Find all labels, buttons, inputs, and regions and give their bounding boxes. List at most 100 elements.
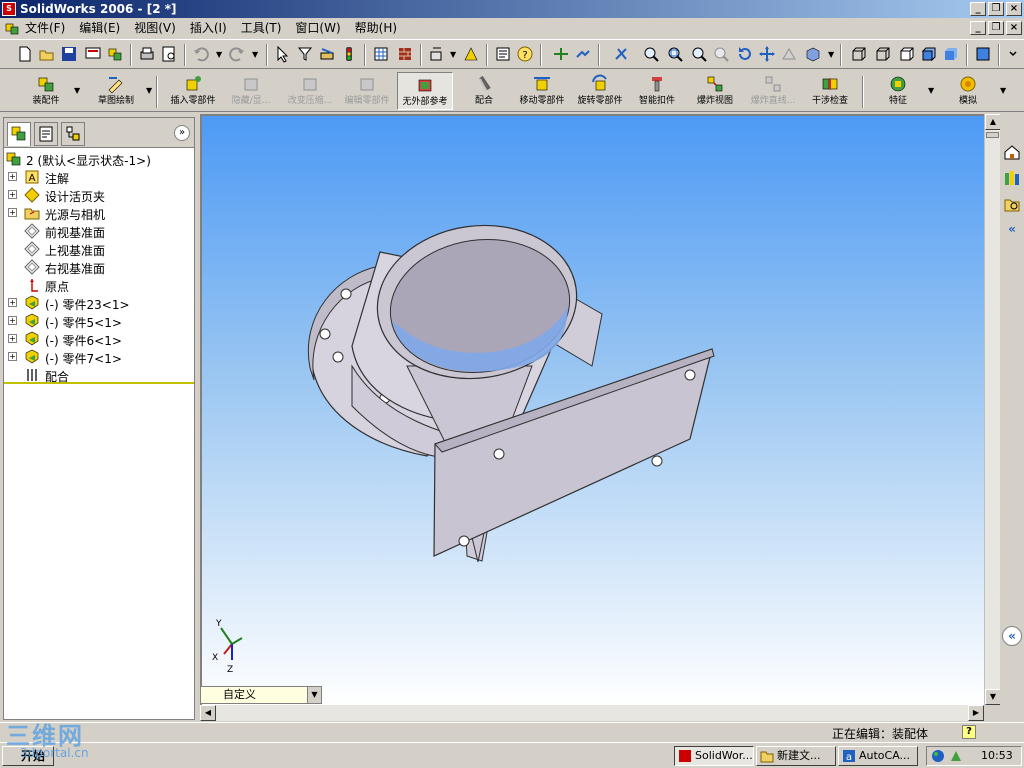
restore-button[interactable]: ❐ (988, 2, 1004, 16)
cmd-sketch[interactable]: 草图绘制 (86, 72, 146, 110)
scroll-left-button[interactable]: ◀ (200, 705, 216, 721)
sketch-dropdown-icon[interactable]: ▼ (146, 86, 152, 95)
input-method-icon[interactable] (949, 749, 963, 763)
task-autocad[interactable]: a AutoCA... (838, 746, 918, 766)
cmd-smart-fasteners[interactable]: 智能扣件 (634, 72, 680, 110)
cmd-insert-component[interactable]: 插入零部件 (164, 72, 222, 110)
menu-tools[interactable]: 工具(T) (241, 20, 282, 36)
doc-restore-button[interactable]: ❐ (988, 21, 1004, 35)
expand-taskpane-icon[interactable]: « (1002, 220, 1022, 240)
tree-item[interactable]: 前视基准面 (4, 222, 194, 240)
view-orientation-combo[interactable]: 自定义 ▼ (200, 686, 322, 704)
help-icon[interactable]: ? (962, 725, 976, 739)
cmd-simulation[interactable]: 模拟 (948, 72, 988, 110)
zoom-selection-icon[interactable] (712, 45, 730, 63)
tab-property-manager[interactable] (34, 122, 58, 146)
expand-icon[interactable]: + (8, 298, 17, 307)
views-dropdown-icon[interactable]: ▼ (828, 50, 834, 59)
doc-minimize-button[interactable]: _ (970, 21, 986, 35)
zoom-in-out-icon[interactable] (690, 45, 708, 63)
split-handle[interactable] (986, 132, 999, 138)
task-new-folder[interactable]: 新建文... (756, 746, 836, 766)
cmd-suppression[interactable]: 改变压缩... (282, 72, 338, 110)
selection-filter-icon[interactable] (296, 45, 314, 63)
file-explorer-icon[interactable] (1002, 194, 1022, 214)
menu-help[interactable]: 帮助(H) (355, 20, 397, 36)
cmd-assembly[interactable]: 装配件 (16, 72, 76, 110)
select-icon[interactable] (274, 45, 292, 63)
chevron-down-icon[interactable]: ▼ (307, 687, 321, 703)
pan-icon[interactable] (758, 45, 776, 63)
collapse-panel-button[interactable]: » (174, 125, 190, 141)
cmd-exploded-view[interactable]: 爆炸视图 (692, 72, 738, 110)
tree-item[interactable]: + (-) 零件6<1> (4, 330, 194, 348)
new-icon[interactable] (16, 45, 34, 63)
options-dropdown-icon[interactable]: ▼ (450, 50, 456, 59)
scroll-right-button[interactable]: ▶ (968, 705, 984, 721)
cmd-no-external-refs[interactable]: 无外部参考 (397, 72, 453, 110)
link-icon[interactable] (574, 45, 592, 63)
traffic-light-icon[interactable] (340, 45, 358, 63)
menu-edit[interactable]: 编辑(E) (79, 20, 120, 36)
graphics-area[interactable]: Y X Z (200, 114, 984, 705)
expand-icon[interactable]: + (8, 208, 17, 217)
tree-item[interactable]: + 光源与相机 (4, 204, 194, 222)
tree-item[interactable]: 原点 (4, 276, 194, 294)
redo-icon[interactable] (228, 45, 246, 63)
rotate-icon[interactable] (736, 45, 754, 63)
cmd-hide-show[interactable]: 隐藏/显... (226, 72, 276, 110)
task-solidworks[interactable]: SolidWor... (674, 746, 754, 766)
undo-dropdown-icon[interactable]: ▼ (216, 50, 222, 59)
expand-icon[interactable]: + (8, 334, 17, 343)
zoom-window-icon[interactable] (666, 45, 684, 63)
network-icon[interactable] (931, 749, 945, 763)
home-icon[interactable] (1002, 142, 1022, 162)
assembly-dropdown-icon[interactable]: ▼ (74, 86, 80, 95)
doc-close-button[interactable]: × (1006, 21, 1022, 35)
expand-icon[interactable]: + (8, 352, 17, 361)
section-view-icon[interactable] (974, 45, 992, 63)
make-assembly-icon[interactable] (106, 45, 124, 63)
close-button[interactable]: × (1006, 2, 1022, 16)
scroll-down-button[interactable]: ▼ (985, 689, 1001, 705)
shaded-edges-icon[interactable] (920, 45, 938, 63)
tree-item[interactable]: + (-) 零件23<1> (4, 294, 194, 312)
solidworks-icon[interactable]: S (2, 2, 16, 16)
cmd-move-component[interactable]: 移动零部件 (514, 72, 570, 110)
tree-item[interactable]: 上视基准面 (4, 240, 194, 258)
wireframe-icon[interactable] (850, 45, 868, 63)
cmd-edit-component[interactable]: 编辑零部件 (340, 72, 394, 110)
menu-window[interactable]: 窗口(W) (295, 20, 340, 36)
expand-icon[interactable]: + (8, 190, 17, 199)
roll-view-icon[interactable] (780, 45, 798, 63)
tree-item[interactable]: + (-) 零件7<1> (4, 348, 194, 366)
grid-icon[interactable] (372, 45, 390, 63)
print-preview-icon[interactable] (84, 45, 102, 63)
horizontal-scrollbar[interactable]: ◀ ▶ (200, 705, 984, 721)
help-icon[interactable]: ? (516, 45, 534, 63)
tree-root[interactable]: 2 (默认<显示状态-1>) (4, 150, 194, 168)
mates-toolbar-icon[interactable] (462, 45, 480, 63)
properties-icon[interactable] (494, 45, 512, 63)
cmd-explode-line[interactable]: 爆炸直线... (746, 72, 800, 110)
cmd-features[interactable]: 特征 (878, 72, 918, 110)
cmd-rotate-component[interactable]: 旋转零部件 (572, 72, 628, 110)
tree-item[interactable]: + 设计活页夹 (4, 186, 194, 204)
open-icon[interactable] (38, 45, 56, 63)
cmd-interference-check[interactable]: 干涉检查 (808, 72, 852, 110)
save-icon[interactable] (60, 45, 78, 63)
collapse-taskpane-icon[interactable]: « (1002, 626, 1022, 646)
undo-icon[interactable] (192, 45, 210, 63)
expand-icon[interactable]: + (8, 316, 17, 325)
zoom-fit-icon[interactable] (642, 45, 660, 63)
expand-icon[interactable]: + (8, 172, 17, 181)
design-library-icon[interactable] (1002, 168, 1022, 188)
menu-insert[interactable]: 插入(I) (190, 20, 227, 36)
menu-view[interactable]: 视图(V) (134, 20, 176, 36)
minimize-button[interactable]: _ (970, 2, 986, 16)
simulation-dropdown-icon[interactable]: ▼ (1000, 86, 1006, 95)
print-icon[interactable] (138, 45, 156, 63)
tree-item[interactable]: + (-) 零件5<1> (4, 312, 194, 330)
cmd-mate[interactable]: 配合 (464, 72, 504, 110)
tree-item[interactable]: 配合 (4, 366, 194, 384)
